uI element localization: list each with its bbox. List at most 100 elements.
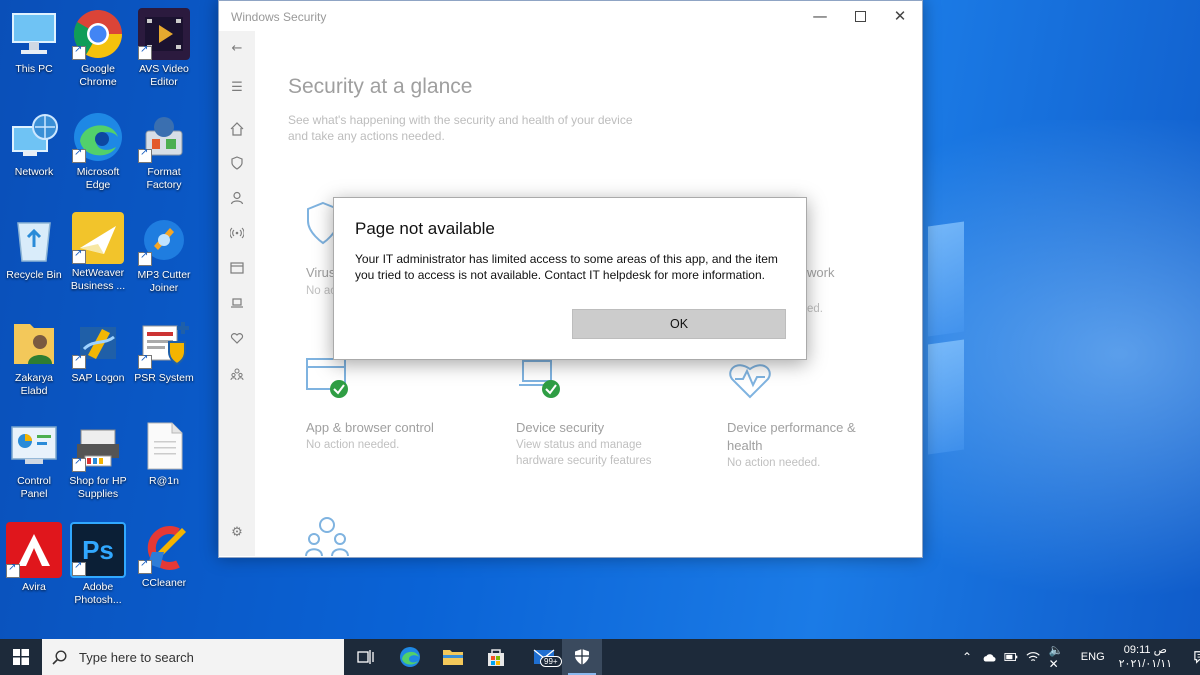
text-file-icon bbox=[138, 420, 190, 472]
shortcut-arrow-icon bbox=[72, 560, 86, 576]
mp3-cutter-icon bbox=[138, 214, 190, 266]
heart-pulse-tile-icon bbox=[729, 364, 771, 399]
desktop-icon-shop-for-hp-supplies[interactable]: Shop for HP Supplies bbox=[67, 420, 129, 501]
clock-time: 09:11 ص bbox=[1123, 644, 1167, 656]
family-options-icon[interactable] bbox=[229, 366, 245, 382]
windows-logo-icon bbox=[13, 649, 29, 665]
taskbar-windows-security[interactable] bbox=[562, 639, 602, 675]
store-bag-icon bbox=[488, 649, 504, 666]
film-strip-icon bbox=[138, 8, 190, 60]
sap-logon-icon bbox=[72, 317, 124, 369]
family-tile-icon bbox=[305, 517, 349, 557]
tile-status: No action needed. bbox=[727, 457, 821, 469]
desktop-icon-label: R@1n bbox=[149, 475, 179, 487]
taskbar-microsoft-store[interactable] bbox=[476, 639, 516, 675]
window-title: Windows Security bbox=[231, 10, 327, 24]
desktop-icon-recycle-bin[interactable]: Recycle Bin bbox=[3, 214, 65, 282]
task-view-button[interactable] bbox=[346, 639, 386, 675]
hamburger-menu-icon[interactable]: ☰ bbox=[229, 79, 245, 95]
desktop-icon-label: This PC bbox=[15, 63, 53, 75]
shortcut-arrow-icon bbox=[138, 353, 152, 369]
back-arrow-icon[interactable]: ← bbox=[229, 40, 245, 56]
shortcut-arrow-icon bbox=[6, 562, 20, 578]
desktop-icon-label: NetWeaver Business ... bbox=[70, 267, 126, 292]
desktop-icon-ccleaner[interactable]: CCleaner bbox=[133, 522, 195, 590]
tile-title: App & browser control bbox=[306, 420, 434, 435]
clock[interactable]: 09:11 ص ٢٠٢١/٠١/١١ bbox=[1119, 643, 1172, 671]
settings-gear-icon[interactable]: ⚙ bbox=[229, 524, 245, 540]
shortcut-arrow-icon bbox=[72, 44, 86, 60]
desktop-icon-label: Network bbox=[14, 166, 54, 178]
device-security-icon[interactable] bbox=[229, 295, 245, 311]
tile-title: Device performance & health bbox=[727, 420, 856, 453]
format-factory-icon bbox=[138, 111, 190, 163]
desktop-icon-label: Control Panel bbox=[17, 475, 51, 500]
onedrive-cloud-icon[interactable] bbox=[982, 652, 996, 663]
navigation-sidebar: ← ☰ ⚙ bbox=[219, 31, 255, 556]
shortcut-arrow-icon bbox=[138, 44, 152, 60]
desktop-icon-zakarya-elabd[interactable]: Zakarya Elabd bbox=[3, 317, 65, 398]
app-browser-tile-icon bbox=[306, 358, 348, 398]
desktop-icon-control-panel[interactable]: Control Panel bbox=[3, 420, 65, 501]
desktop-icon-label: AVS Video Editor bbox=[139, 63, 189, 88]
search-icon bbox=[52, 649, 67, 665]
desktop-icon-avira[interactable]: Avira bbox=[3, 522, 65, 594]
computer-icon bbox=[8, 8, 60, 60]
desktop-icon-this-pc[interactable]: This PC bbox=[3, 8, 65, 76]
health-heart-icon[interactable] bbox=[229, 330, 245, 346]
taskbar: Type here to search 99+ ⌃ 🔈✕ ENG 09:11 ص… bbox=[0, 639, 1200, 675]
desktop-icon-adobe-photoshop[interactable]: Ps Adobe Photosh... bbox=[67, 522, 129, 607]
tile-status: No ac bbox=[306, 285, 337, 297]
shield-icon[interactable] bbox=[229, 155, 245, 171]
tile-status: View status and manage hardware security… bbox=[516, 439, 652, 467]
desktop-icon-microsoft-edge[interactable]: Microsoft Edge bbox=[67, 111, 129, 192]
desktop-icon-label: SAP Logon bbox=[71, 372, 125, 384]
taskbar-mail[interactable]: 99+ bbox=[524, 639, 564, 675]
wallpaper-logo-pane bbox=[928, 221, 964, 337]
home-icon[interactable] bbox=[229, 121, 245, 137]
tile-title: work bbox=[807, 265, 835, 280]
show-hidden-icons-chevron-up-icon[interactable]: ⌃ bbox=[962, 650, 972, 664]
netweaver-icon bbox=[72, 212, 124, 264]
desktop-icon-netweaver[interactable]: NetWeaver Business ... bbox=[67, 212, 129, 293]
desktop-icon-format-factory[interactable]: Format Factory bbox=[133, 111, 195, 192]
battery-icon[interactable] bbox=[1004, 652, 1018, 662]
control-panel-icon bbox=[8, 420, 60, 472]
desktop-icon-psr-system[interactable]: PSR System bbox=[133, 317, 195, 385]
taskbar-edge[interactable] bbox=[390, 639, 430, 675]
search-placeholder: Type here to search bbox=[79, 649, 194, 665]
speaker-muted-icon[interactable]: 🔈✕ bbox=[1049, 643, 1071, 671]
desktop-icon-mp3-cutter-joiner[interactable]: MP3 Cutter Joiner bbox=[133, 214, 195, 295]
page-not-available-dialog: Page not available Your IT administrator… bbox=[333, 197, 807, 360]
minimize-button[interactable]: — bbox=[799, 1, 841, 31]
ok-button[interactable]: OK bbox=[572, 309, 786, 339]
close-button[interactable]: ✕ bbox=[879, 1, 921, 31]
maximize-button[interactable] bbox=[839, 1, 881, 31]
tile-status: ed. bbox=[807, 303, 823, 315]
page-title: Security at a glance bbox=[288, 75, 473, 98]
desktop-icon-avs-video-editor[interactable]: AVS Video Editor bbox=[133, 8, 195, 89]
tile-title: Device security bbox=[516, 420, 605, 435]
shortcut-arrow-icon bbox=[72, 248, 86, 264]
wifi-icon[interactable] bbox=[1026, 650, 1041, 664]
language-indicator[interactable]: ENG bbox=[1081, 651, 1105, 663]
taskbar-search-box[interactable]: Type here to search bbox=[42, 639, 344, 675]
chrome-icon bbox=[72, 8, 124, 60]
desktop-icon-sap-logon[interactable]: SAP Logon bbox=[67, 317, 129, 385]
start-button[interactable] bbox=[0, 639, 42, 675]
app-browser-icon[interactable] bbox=[229, 260, 245, 276]
page-subtitle: See what's happening with the security a… bbox=[288, 113, 633, 143]
taskbar-file-explorer[interactable] bbox=[433, 639, 473, 675]
desktop-icon-google-chrome[interactable]: Google Chrome bbox=[67, 8, 129, 89]
firewall-network-icon[interactable] bbox=[229, 225, 245, 241]
account-icon[interactable] bbox=[229, 190, 245, 206]
desktop-icon-label: Zakarya Elabd bbox=[15, 372, 53, 397]
printer-icon bbox=[72, 420, 124, 472]
shortcut-arrow-icon bbox=[138, 250, 152, 266]
device-security-tile-icon bbox=[519, 360, 560, 398]
desktop-icon-label: PSR System bbox=[134, 372, 194, 384]
close-icon: ✕ bbox=[893, 7, 907, 25]
notifications-icon[interactable] bbox=[1194, 650, 1200, 665]
desktop-icon-network[interactable]: Network bbox=[3, 111, 65, 179]
desktop-icon-r1n[interactable]: R@1n bbox=[133, 420, 195, 488]
